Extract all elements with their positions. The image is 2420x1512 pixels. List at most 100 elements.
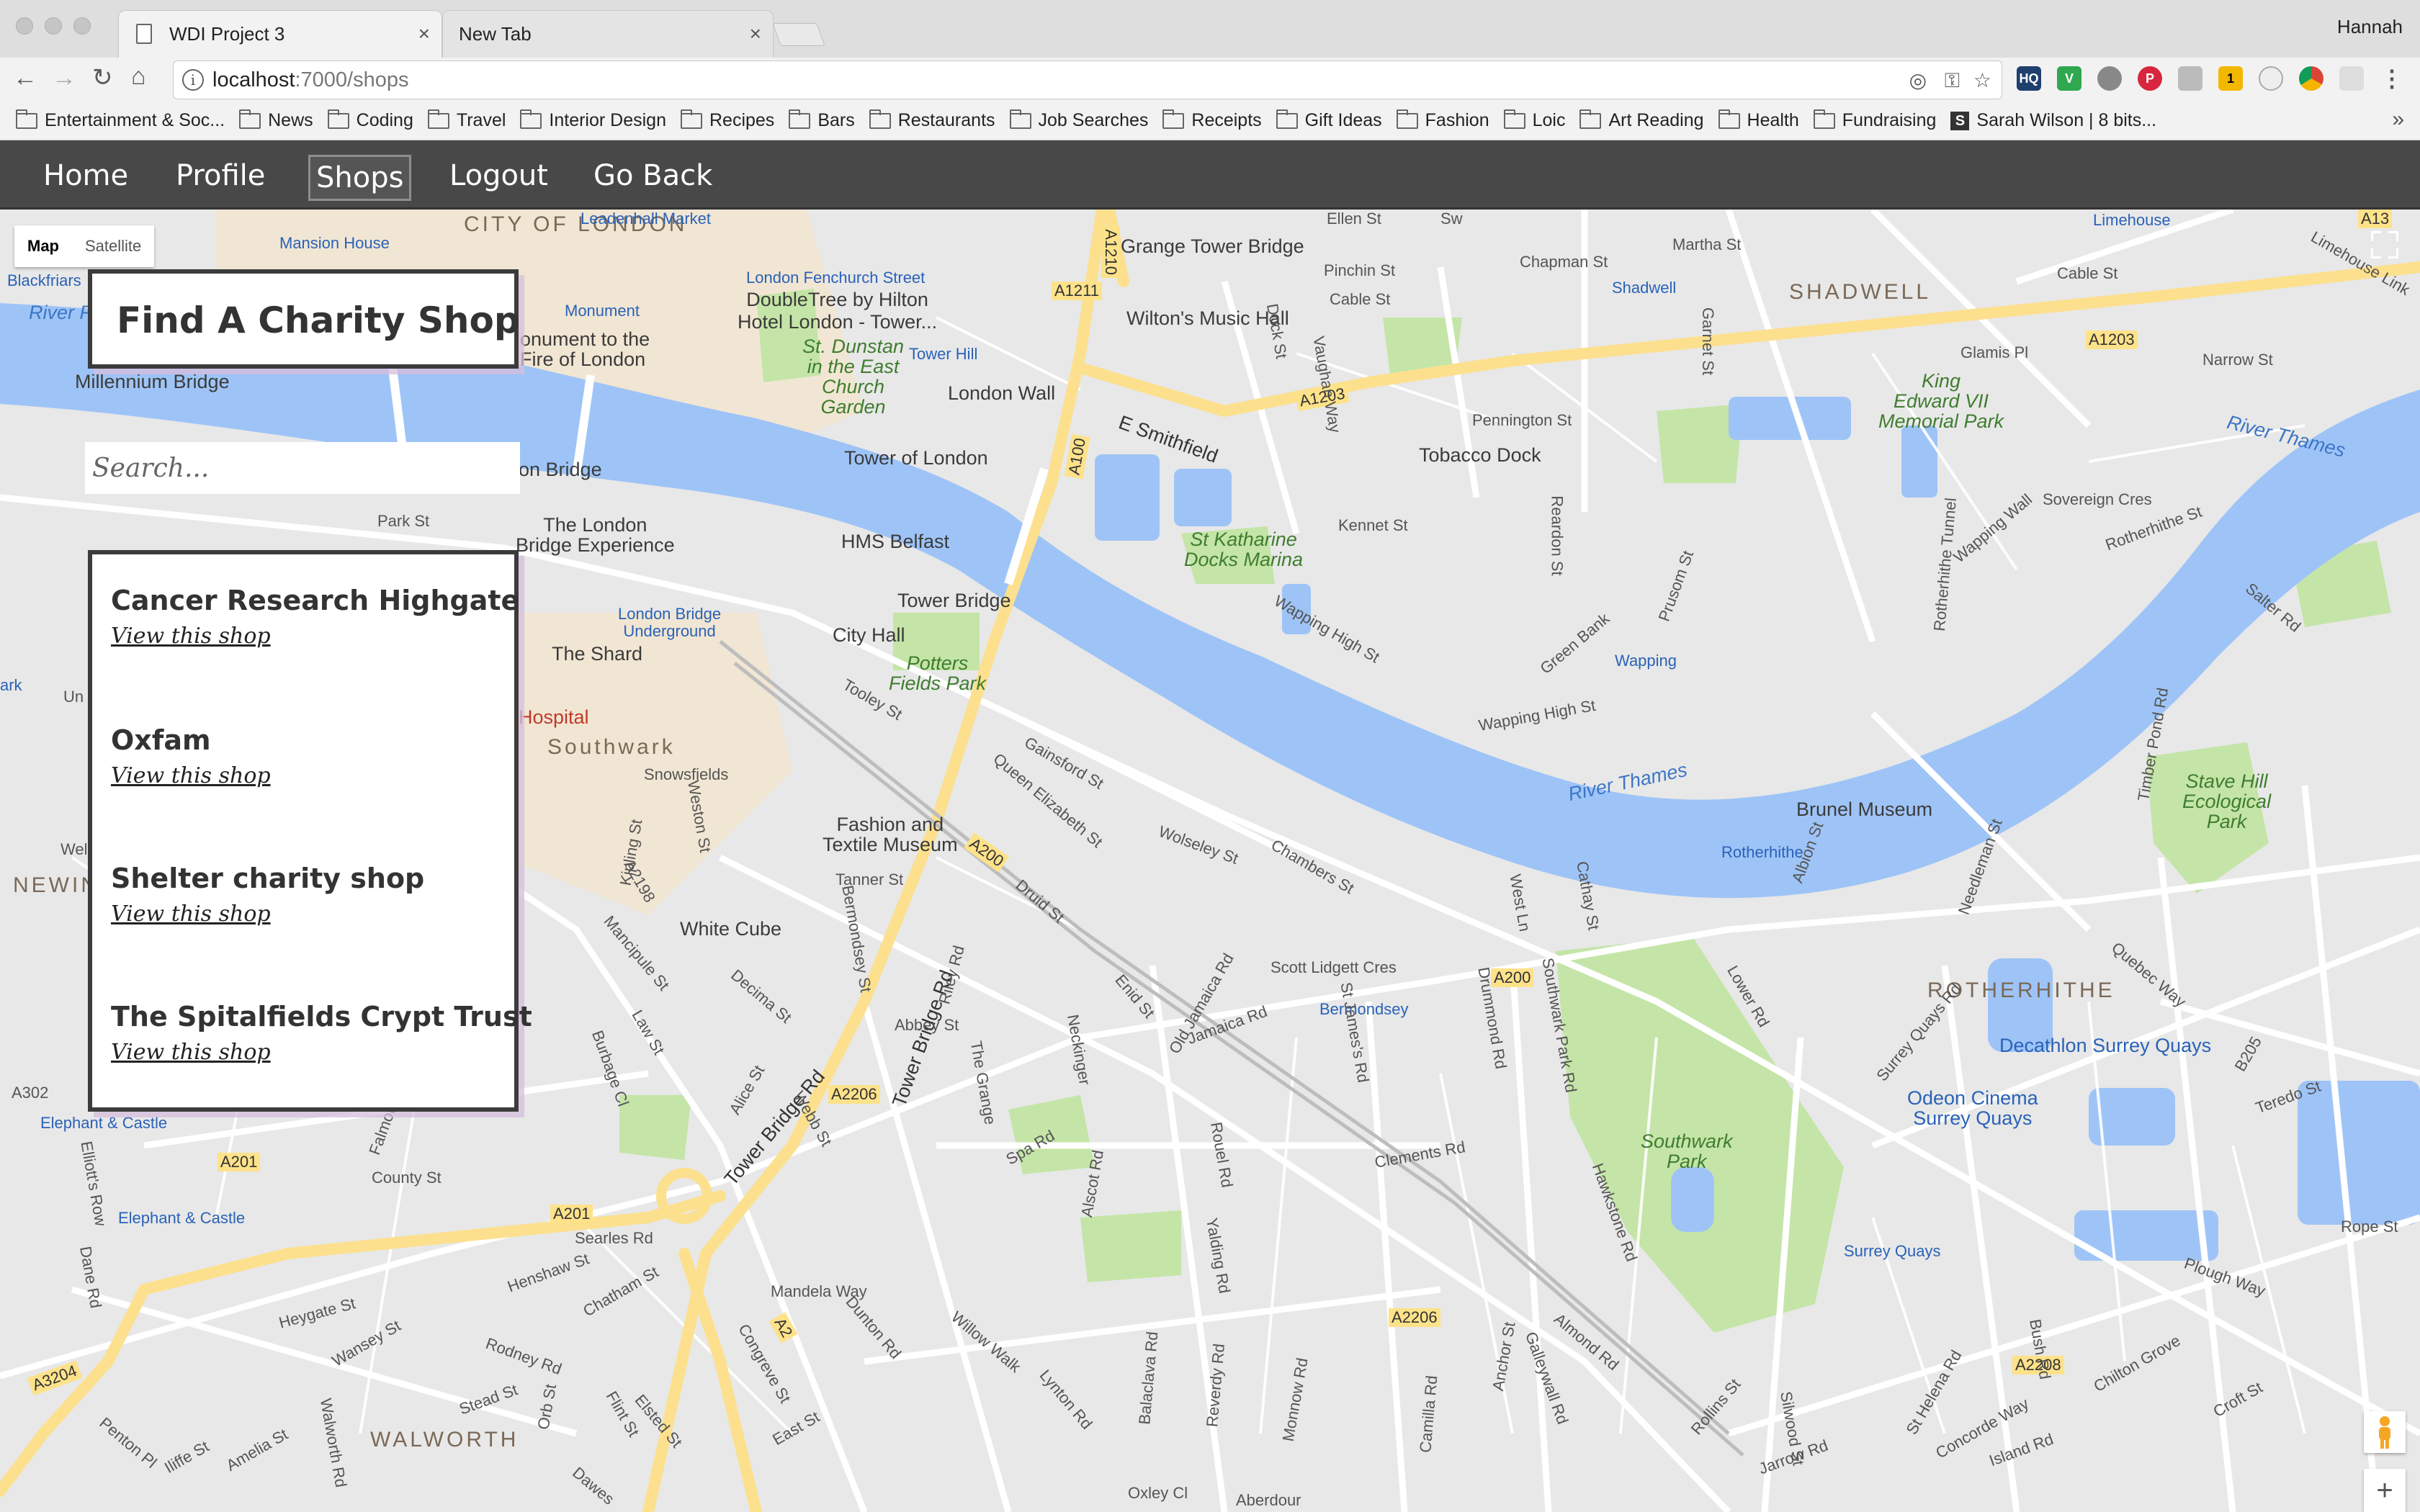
fullscreen-button[interactable] [2364, 224, 2406, 266]
map-label-fenchurch: London Fenchurch Street [746, 269, 926, 287]
street-label-cable-st: Cable St [1330, 290, 1391, 308]
road-label-a2206: A2206 [1389, 1308, 1440, 1327]
map-type-satellite-button[interactable]: Satellite [72, 225, 154, 267]
bookmark-folder[interactable]: Entertainment & Soc... [16, 109, 225, 131]
shop-list-item: Shelter charity shop View this shop [111, 863, 424, 927]
pinterest-icon[interactable]: P [2138, 66, 2162, 91]
reload-icon[interactable]: ↻ [92, 63, 113, 92]
tab-title: New Tab [459, 23, 532, 45]
bookmark-folder[interactable]: Gift Ideas [1276, 109, 1382, 131]
url-text[interactable]: localhost:7000/shops [212, 68, 408, 92]
extension-bug-icon[interactable] [2097, 66, 2122, 91]
bookmark-folder[interactable]: Fundraising [1813, 109, 1936, 131]
extension-badge-icon[interactable]: 1 [2218, 66, 2243, 91]
map-label-london-wall: London Wall [948, 382, 1056, 404]
bookmark-label: Loic [1532, 110, 1566, 130]
bookmark-folder[interactable]: Recipes [680, 109, 775, 131]
zoom-window-button[interactable] [73, 17, 91, 35]
location-icon[interactable]: ◎ [1909, 70, 1927, 91]
bookmark-star-icon[interactable]: ☆ [1973, 70, 1991, 91]
map-label-london-bridge-experience: The London Bridge Experience [516, 514, 675, 556]
bookmark-folder[interactable]: Coding [327, 109, 413, 131]
view-shop-link[interactable]: View this shop [111, 763, 271, 788]
bookmark-folder[interactable]: Interior Design [520, 109, 666, 131]
road-label-a1210: A1210 [1101, 226, 1120, 278]
nav-shops-link[interactable]: Shops [308, 155, 412, 201]
forward-arrow-icon[interactable]: → [52, 63, 76, 92]
back-arrow-icon[interactable]: ← [13, 63, 37, 92]
street-label-cable-st: Cable St [2057, 264, 2118, 282]
map-label-wapping: Wapping [1615, 652, 1677, 670]
close-tab-icon[interactable]: × [418, 24, 430, 44]
bookmark-label: Gift Ideas [1304, 110, 1382, 130]
key-icon[interactable]: ⚿ [1945, 70, 1960, 91]
map-label-doubletree: DoubleTree by Hilton Hotel London - Towe… [738, 289, 938, 333]
extension-circle-icon[interactable] [2259, 66, 2283, 91]
map-label-walworth: WALWORTH [370, 1428, 519, 1452]
bookmark-folder[interactable]: News [239, 109, 313, 131]
map-label-bermondsey: Bermondsey [1319, 1000, 1409, 1018]
profile-name[interactable]: Hannah [2337, 16, 2403, 38]
street-label-abbey-st: Abbey St [895, 1016, 959, 1034]
map-label-surrey-quays: Surrey Quays [1844, 1242, 1941, 1260]
close-window-button[interactable] [16, 17, 33, 35]
folder-icon [16, 109, 37, 129]
road-label-a201: A201 [550, 1205, 593, 1223]
more-bookmarks-icon[interactable]: » [2392, 107, 2404, 132]
bookmark-folder[interactable]: Health [1718, 109, 1799, 131]
map-label-monument-fire: onument to the Fire of London [520, 328, 650, 370]
map-label-decathlon: Decathlon Surrey Quays [1999, 1035, 2212, 1056]
extension-v-icon[interactable]: V [2057, 66, 2081, 91]
bookmark-folder[interactable]: Receipts [1162, 109, 1262, 131]
view-shop-link[interactable]: View this shop [111, 624, 519, 649]
street-label-ark: ark [0, 676, 22, 694]
chrome-color-icon[interactable] [2299, 66, 2323, 91]
map-label-white-cube: White Cube [680, 918, 782, 940]
view-shop-link[interactable]: View this shop [111, 1040, 532, 1065]
view-shop-link[interactable]: View this shop [111, 901, 424, 927]
bookmark-label: Recipes [709, 110, 775, 130]
bookmark-folder[interactable]: Job Searches [1009, 109, 1149, 131]
street-view-pegman-button[interactable] [2364, 1411, 2406, 1453]
nav-profile-link[interactable]: Profile [170, 155, 271, 197]
nav-go-back-link[interactable]: Go Back [588, 155, 718, 197]
nav-logout-link[interactable]: Logout [444, 155, 554, 197]
address-bar[interactable]: i localhost:7000/shops ◎ ⚿ ☆ [173, 60, 2002, 99]
bookmark-link[interactable]: S Sarah Wilson | 8 bits... [1950, 110, 2156, 131]
bookmark-folder[interactable]: Travel [427, 109, 506, 131]
map-label-shadwell: SHADWELL [1789, 280, 1932, 304]
s-favicon-icon: S [1950, 111, 1970, 130]
extension-hq-icon[interactable]: HQ [2017, 66, 2041, 91]
tab-wdi-project[interactable]: WDI Project 3 × [118, 10, 442, 58]
bookmark-folder[interactable]: Fashion [1396, 109, 1489, 131]
minimize-window-button[interactable] [45, 17, 62, 35]
nav-home-link[interactable]: Home [37, 155, 134, 197]
tab-new-tab[interactable]: New Tab × [442, 10, 774, 58]
bookmark-folder[interactable]: Bars [789, 109, 855, 131]
road-label-a1211: A1211 [1052, 282, 1102, 300]
folder-icon [239, 109, 261, 129]
street-label-garnet-st: Garnet St [1699, 307, 1718, 376]
zoom-in-button[interactable]: + [2364, 1469, 2406, 1512]
map-type-map-button[interactable]: Map [14, 225, 72, 267]
new-tab-button[interactable] [772, 23, 825, 46]
folder-icon [520, 109, 542, 129]
search-input[interactable] [85, 442, 520, 494]
bookmark-folder[interactable]: Restaurants [869, 109, 995, 131]
map-label-king-edward: King Edward VII Memorial Park [1878, 370, 2004, 432]
close-tab-icon[interactable]: × [750, 24, 761, 44]
folder-icon [869, 109, 891, 129]
menu-dots-icon[interactable]: ⋮ [2380, 66, 2404, 91]
extension-grey-icon[interactable] [2178, 66, 2202, 91]
info-icon[interactable]: i [182, 69, 204, 91]
street-label-oxley-cl: Oxley Cl [1128, 1484, 1188, 1502]
bookmark-folder[interactable]: Art Reading [1579, 109, 1704, 131]
home-icon[interactable]: ⌂ [131, 62, 146, 91]
extension-grid-icon[interactable] [2339, 66, 2364, 91]
map-label-mansion-house: Mansion House [279, 234, 390, 252]
title-panel: Find A Charity Shop [88, 269, 520, 369]
map-label-grange-tower-bridge: Grange Tower Bridge [1121, 235, 1304, 257]
bookmark-label: Job Searches [1038, 110, 1149, 130]
bookmark-folder[interactable]: Loic [1503, 109, 1566, 131]
street-label-ellen-st: Ellen St [1327, 210, 1381, 228]
